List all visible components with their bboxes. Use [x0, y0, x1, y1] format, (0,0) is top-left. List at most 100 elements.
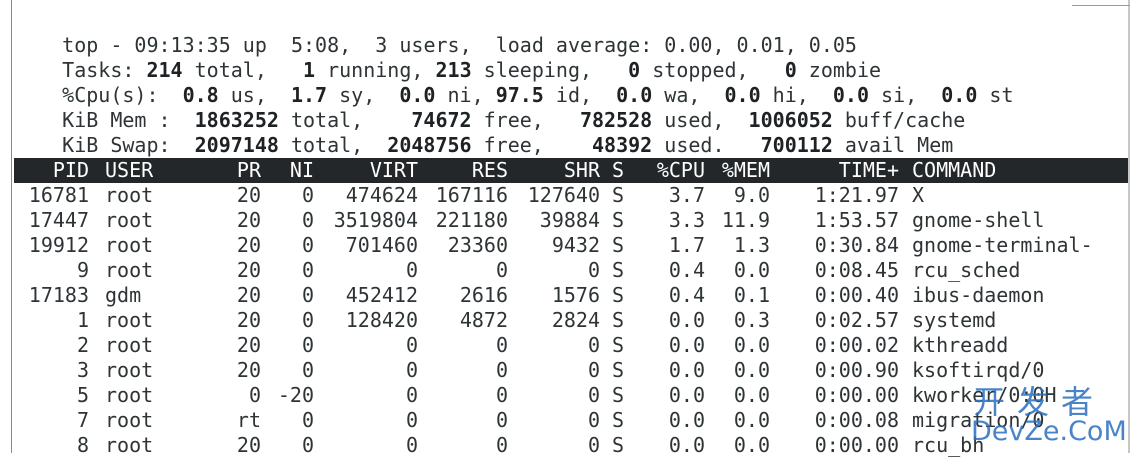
cell-user: root: [105, 383, 154, 407]
table-row[interactable]: 16781 root 20 0 474624 167116 127640 S 3.7 9.0 1:2…: [14, 183, 1128, 208]
cell-shr: 39884: [539, 208, 600, 232]
cell-pr: 20: [236, 308, 261, 332]
cell-state: S: [612, 258, 625, 282]
table-row[interactable]: 2 root 20 0 0 0 0 S 0.0 0.0 0:00.02 kthreadd: [14, 333, 1128, 358]
swap-label: KiB Swap:: [62, 133, 195, 157]
table-row[interactable]: 19912 root 20 0 701460 23360 9432 S 1.7 1.3 0:30.8…: [14, 233, 1128, 258]
window-left-border: [11, 0, 12, 453]
cell-res: 0: [495, 258, 508, 282]
table-row[interactable]: 5 root 0 -20 0 0 0 S 0.0 0.0 0:00.00 kworker/0:0H: [14, 383, 1128, 408]
cell-command: gnome-terminal-: [912, 233, 1093, 257]
cell-shr: 1576: [551, 283, 600, 307]
cell-pid: 1: [76, 308, 89, 332]
cell-time: 1:53.57: [814, 208, 899, 232]
cell-mem: 0.0: [733, 358, 770, 382]
cell-cpu: 0.0: [668, 358, 705, 382]
cell-ni: -20: [277, 383, 314, 407]
cell-state: S: [612, 308, 625, 332]
table-row[interactable]: 3 root 20 0 0 0 0 S 0.0 0.0 0:00.90 ksoftirqd/0: [14, 358, 1128, 383]
cell-command: systemd: [912, 308, 997, 332]
cell-state: S: [612, 233, 625, 257]
cell-cpu: 0.4: [668, 258, 705, 282]
cell-time: 0:30.84: [814, 233, 899, 257]
cell-mem: 0.0: [733, 433, 770, 457]
cell-user: root: [105, 408, 154, 432]
column-header-mem[interactable]: %MEM: [722, 158, 770, 182]
cell-res: 0: [495, 358, 508, 382]
cell-mem: 11.9: [721, 208, 770, 232]
cell-time: 0:00.00: [814, 383, 899, 407]
cell-res: 4872: [459, 308, 508, 332]
cell-command: X: [912, 183, 925, 207]
column-header-pid[interactable]: PID: [53, 158, 89, 182]
cell-user: root: [105, 233, 154, 257]
cell-cpu: 0.4: [668, 283, 705, 307]
cell-user: root: [105, 183, 154, 207]
cell-pr: rt: [236, 408, 261, 432]
mem-line: KiB Mem : 1863252 total, 74672 free, 782…: [14, 83, 1126, 132]
cell-state: S: [612, 283, 625, 307]
cell-command: ksoftirqd/0: [912, 358, 1045, 382]
cell-ni: 0: [301, 183, 314, 207]
cell-pid: 19912: [28, 233, 89, 257]
cell-pid: 5: [76, 383, 89, 407]
column-header-shr[interactable]: SHR: [564, 158, 600, 182]
cell-command: kthreadd: [912, 333, 1009, 357]
cell-virt: 0: [405, 258, 418, 282]
table-row[interactable]: 8 root 20 0 0 0 0 S 0.0 0.0 0:00.00 rcu_bh: [14, 433, 1128, 458]
cell-shr: 0: [587, 258, 600, 282]
column-header-ni[interactable]: NI: [290, 158, 314, 182]
column-header-virt[interactable]: VIRT: [370, 158, 418, 182]
cell-pid: 8: [76, 433, 89, 457]
column-header-time[interactable]: TIME+: [839, 158, 899, 182]
table-row[interactable]: 1 root 20 0 128420 4872 2824 S 0.0 0.3 0:02.57 syst…: [14, 308, 1128, 333]
cell-ni: 0: [301, 408, 314, 432]
cell-ni: 0: [301, 308, 314, 332]
column-header-cpu[interactable]: %CPU: [657, 158, 705, 182]
column-header-command[interactable]: COMMAND: [912, 158, 996, 182]
table-row[interactable]: 9 root 20 0 0 0 0 S 0.4 0.0 0:08.45 rcu_sched: [14, 258, 1128, 283]
table-row[interactable]: 17183 gdm 20 0 452412 2616 1576 S 0.4 0.1 0:00.40 i…: [14, 283, 1128, 308]
cell-time: 1:21.97: [814, 183, 899, 207]
column-header-state[interactable]: S: [612, 158, 624, 182]
cell-state: S: [612, 408, 625, 432]
swap-used-label: used.: [652, 133, 761, 157]
column-header-pr[interactable]: PR: [237, 158, 261, 182]
cell-user: root: [105, 433, 154, 457]
cell-pr: 20: [236, 208, 261, 232]
cell-time: 0:00.08: [814, 408, 899, 432]
cell-ni: 0: [301, 358, 314, 382]
cell-ni: 0: [301, 333, 314, 357]
table-row[interactable]: 17447 root 20 0 3519804 221180 39884 S 3.3 11.9 1:…: [14, 208, 1128, 233]
cell-cpu: 3.7: [668, 183, 705, 207]
cell-res: 2616: [459, 283, 508, 307]
uptime-line: top - 09:13:35 up 5:08, 3 users, load av…: [14, 8, 1126, 57]
cell-shr: 2824: [551, 308, 600, 332]
cell-ni: 0: [301, 208, 314, 232]
cell-pid: 17447: [28, 208, 89, 232]
cell-shr: 0: [587, 358, 600, 382]
cell-state: S: [612, 333, 625, 357]
process-table-header[interactable]: PID USER PR NI VIRT RES SHR S %CPU %MEM TIME+ COMMA…: [14, 158, 1128, 183]
cpu-line: %Cpu(s): 0.8 us, 1.7 sy, 0.0 ni, 97.5 id…: [14, 58, 1126, 107]
cell-ni: 0: [301, 258, 314, 282]
cell-mem: 9.0: [733, 183, 770, 207]
swap-free-label: free,: [471, 133, 593, 157]
cell-cpu: 0.0: [668, 308, 705, 332]
column-header-res[interactable]: RES: [472, 158, 508, 182]
cell-pid: 2: [76, 333, 89, 357]
swap-total: 2097148: [194, 133, 279, 157]
cell-pr: 20: [236, 358, 261, 382]
cell-user: root: [105, 333, 154, 357]
table-row[interactable]: 7 root rt 0 0 0 0 S 0.0 0.0 0:00.08 migration/0: [14, 408, 1128, 433]
cell-mem: 0.3: [733, 308, 770, 332]
cell-time: 0:02.57: [814, 308, 899, 332]
cell-shr: 0: [587, 383, 600, 407]
cell-pr: 20: [236, 333, 261, 357]
cell-state: S: [612, 358, 625, 382]
cell-mem: 0.0: [733, 333, 770, 357]
cell-time: 0:00.90: [814, 358, 899, 382]
column-header-user[interactable]: USER: [105, 158, 153, 182]
cell-shr: 127640: [527, 183, 600, 207]
cell-mem: 0.0: [733, 258, 770, 282]
